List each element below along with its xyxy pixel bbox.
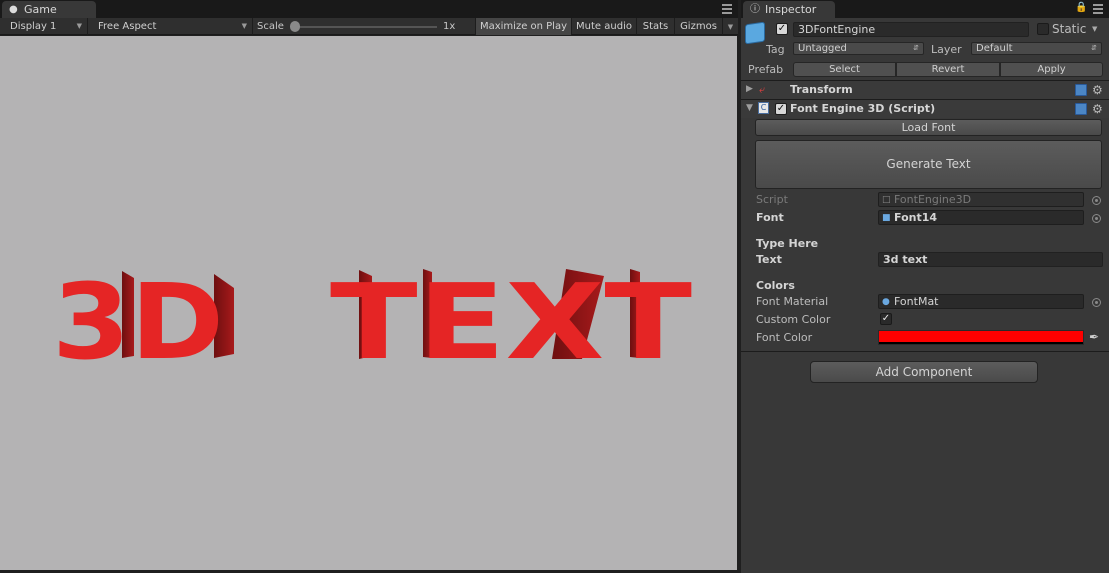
layer-dropdown[interactable]: Default ⇵ <box>971 42 1102 55</box>
object-name-field[interactable]: 3DFontEngine <box>793 22 1029 37</box>
text-input[interactable]: 3d text <box>878 252 1103 267</box>
3d-text-faces: 3D TEXT <box>52 261 692 383</box>
transform-component-header[interactable]: ▶ ⤶ Transform ⚙ <box>741 80 1109 99</box>
game-viewport[interactable]: 3D TEXT <box>0 36 737 570</box>
aspect-dropdown[interactable]: Free Aspect ▼ <box>88 18 253 35</box>
display-dropdown-label: Display 1 <box>10 21 57 32</box>
colors-header: Colors <box>756 279 795 292</box>
eyedropper-icon[interactable]: ✒ <box>1089 330 1099 344</box>
component-enabled-checkbox[interactable]: ✓ <box>775 103 787 115</box>
tab-game[interactable]: ● Game <box>2 1 96 18</box>
prefab-label: Prefab <box>748 63 784 76</box>
font-color-swatch[interactable] <box>878 330 1084 345</box>
display-dropdown[interactable]: Display 1 ▼ <box>0 18 88 35</box>
font-field-value: Font14 <box>894 211 938 224</box>
3d-text-render: 3D TEXT <box>52 261 692 383</box>
object-picker-icon[interactable] <box>1092 214 1101 223</box>
aspect-dropdown-label: Free Aspect <box>98 21 157 32</box>
chevron-down-icon: ▼ <box>76 22 82 30</box>
inspector-panel: ⓘ Inspector 🔒 ✓ 3DFontEngine Static ▼ Ta… <box>741 0 1109 573</box>
chevron-down-icon: ▼ <box>241 22 247 30</box>
gameobject-cube-icon <box>745 21 765 45</box>
panel-menu-icon[interactable] <box>1093 4 1105 14</box>
game-toolbar: Display 1 ▼ Free Aspect ▼ Scale 1x Maxim… <box>0 18 738 35</box>
add-component-button[interactable]: Add Component <box>810 361 1038 383</box>
foldout-collapsed-icon[interactable]: ▶ <box>746 84 753 94</box>
tab-game-label: Game <box>24 3 57 16</box>
prefab-revert-button[interactable]: Revert <box>896 62 1000 77</box>
custom-color-checkbox[interactable]: ✓ <box>880 313 892 325</box>
viewport-text-3d: 3D <box>52 261 224 383</box>
prefab-apply-button[interactable]: Apply <box>1000 62 1103 77</box>
inspector-tabstrip: ⓘ Inspector 🔒 <box>741 0 1109 18</box>
layer-dropdown-value: Default <box>976 43 1013 54</box>
chevron-down-icon: ▼ <box>727 23 734 31</box>
gizmos-button[interactable]: Gizmos <box>674 18 722 35</box>
font-color-label: Font Color <box>756 331 813 344</box>
script-field-value: FontEngine3D <box>894 193 972 206</box>
tab-inspector[interactable]: ⓘ Inspector <box>743 1 835 18</box>
font-field[interactable]: ■ Font14 <box>878 210 1084 225</box>
scale-slider-track[interactable] <box>292 26 437 28</box>
script-label: Script <box>756 193 788 206</box>
font-material-field[interactable]: ● FontMat <box>878 294 1084 309</box>
panel-menu-icon[interactable] <box>722 4 734 14</box>
tab-inspector-label: Inspector <box>765 3 817 16</box>
script-file-icon: □ <box>882 195 891 205</box>
tag-dropdown-value: Untagged <box>798 43 847 54</box>
font-asset-icon: ■ <box>882 213 891 223</box>
object-picker-icon <box>1092 196 1101 205</box>
divider <box>741 351 1109 352</box>
help-book-icon[interactable] <box>1075 103 1087 115</box>
script-icon: C <box>758 102 769 114</box>
layer-label: Layer <box>931 43 962 56</box>
text-label: Text <box>756 253 782 266</box>
scale-label: Scale <box>257 21 284 32</box>
active-checkbox[interactable]: ✓ <box>776 23 788 35</box>
font-engine-component-header[interactable]: ▼ C ✓ Font Engine 3D (Script) ⚙ <box>741 99 1109 118</box>
game-panel: ● Game Display 1 ▼ Free Aspect ▼ Scale 1… <box>0 0 738 573</box>
transform-title: Transform <box>790 83 853 96</box>
foldout-expanded-icon[interactable]: ▼ <box>746 103 753 113</box>
prefab-select-button[interactable]: Select <box>793 62 896 77</box>
info-icon: ⓘ <box>750 4 760 15</box>
chevron-down-icon[interactable]: ▼ <box>1092 25 1097 33</box>
generate-text-button[interactable]: Generate Text <box>755 140 1102 189</box>
tag-label: Tag <box>766 43 785 56</box>
static-checkbox[interactable] <box>1037 23 1049 35</box>
transform-icon: ⤶ <box>759 83 766 96</box>
pacman-icon: ● <box>9 4 18 15</box>
viewport-text-text: TEXT <box>330 261 692 383</box>
static-label: Static <box>1052 22 1087 36</box>
scale-value: 1x <box>443 21 456 32</box>
stats-button[interactable]: Stats <box>636 18 674 35</box>
chevron-updown-icon: ⇵ <box>913 44 919 52</box>
help-book-icon[interactable] <box>1075 84 1087 96</box>
script-field: □ FontEngine3D <box>878 192 1084 207</box>
font-material-value: FontMat <box>894 295 939 308</box>
load-font-button[interactable]: Load Font <box>755 119 1102 136</box>
tag-dropdown[interactable]: Untagged ⇵ <box>793 42 924 55</box>
object-picker-icon[interactable] <box>1092 298 1101 307</box>
gear-icon[interactable]: ⚙ <box>1092 84 1104 96</box>
type-here-header: Type Here <box>756 237 819 250</box>
maximize-on-play-button[interactable]: Maximize on Play <box>475 18 571 35</box>
gear-icon[interactable]: ⚙ <box>1092 103 1104 115</box>
chevron-updown-icon: ⇵ <box>1091 44 1097 52</box>
component-title: Font Engine 3D (Script) <box>790 102 936 115</box>
gizmos-dropdown-button[interactable]: ▼ <box>722 18 738 35</box>
material-sphere-icon: ● <box>882 297 890 307</box>
font-material-label: Font Material <box>756 295 829 308</box>
scale-slider-thumb[interactable] <box>290 21 300 32</box>
custom-color-label: Custom Color <box>756 313 831 326</box>
font-label: Font <box>756 211 784 224</box>
game-tabstrip: ● Game <box>0 0 738 18</box>
mute-audio-button[interactable]: Mute audio <box>571 18 636 35</box>
lock-icon[interactable]: 🔒 <box>1075 2 1087 13</box>
